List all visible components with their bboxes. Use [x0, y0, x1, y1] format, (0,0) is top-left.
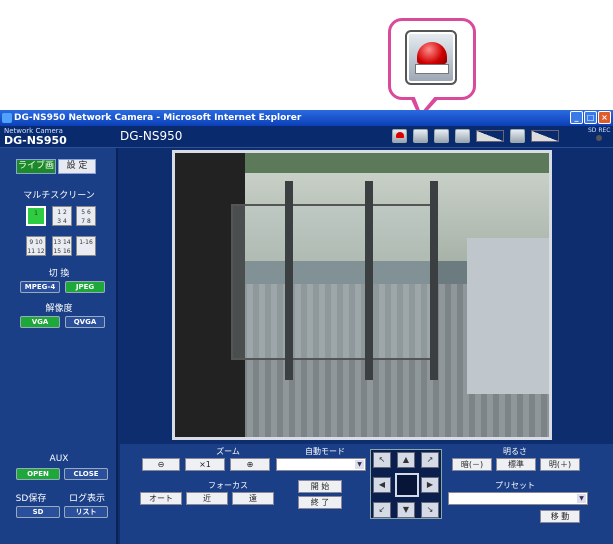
live-video-view[interactable]: [172, 150, 552, 440]
split-4b-button[interactable]: 5 6 7 8: [76, 206, 96, 226]
auto-start-button[interactable]: 開 始: [298, 480, 342, 493]
tab-settings[interactable]: 設 定: [58, 159, 96, 174]
aux-label: AUX: [49, 454, 69, 464]
window-title: DG-NS950 Network Camera - Microsoft Inte…: [14, 113, 302, 123]
multiscreen-label: マルチスクリーン: [23, 191, 95, 201]
brand-title: DG-NS950: [4, 134, 67, 147]
jpeg-button[interactable]: JPEG: [65, 281, 105, 293]
aux-open-button[interactable]: OPEN: [16, 468, 60, 480]
sd-rec-indicator: SD REC: [588, 127, 611, 141]
pan-up-left-button[interactable]: ↖: [373, 452, 391, 468]
zoom-x1-button[interactable]: ×1: [185, 458, 225, 471]
pan-up-button[interactable]: ▲: [397, 452, 415, 468]
sd-button[interactable]: SD: [16, 506, 60, 518]
preset-label: プリセット: [495, 481, 535, 490]
app-header: Network Camera DG-NS950 DG-NS950 SD REC: [0, 126, 613, 148]
brightness-label: 明るさ: [503, 447, 527, 456]
vga-button[interactable]: VGA: [20, 316, 60, 328]
split-4a-button[interactable]: 1 2 3 4: [52, 206, 72, 226]
brightness-light-button[interactable]: 明(＋): [540, 458, 580, 471]
sd-rec-led: [596, 135, 603, 141]
ie-icon: [2, 113, 12, 123]
alarm-icon[interactable]: [392, 129, 407, 143]
camera-app: Network Camera DG-NS950 DG-NS950 SD REC …: [0, 126, 613, 544]
preset-move-button[interactable]: 移 動: [540, 510, 580, 523]
mpeg4-button[interactable]: MPEG-4: [20, 281, 60, 293]
snapshot-icon[interactable]: [434, 129, 449, 143]
pan-left-button[interactable]: ◀: [373, 477, 391, 493]
alarm-icon-enlarged: [405, 30, 457, 85]
auto-end-button[interactable]: 終 了: [298, 496, 342, 509]
auto-mode-select[interactable]: ▼: [276, 458, 366, 471]
control-panel: ズーム ⊖ ×1 ⊕ フォーカス オート 近 遠 自動モード ▼ 開 始 終 了…: [120, 444, 613, 544]
focus-near-button[interactable]: 近: [186, 492, 228, 505]
full-screen-icon[interactable]: [413, 129, 428, 143]
pan-down-button[interactable]: ▼: [397, 502, 415, 518]
volume-bar-icon[interactable]: [476, 130, 504, 142]
speaker-icon[interactable]: [455, 129, 470, 143]
aux-close-button[interactable]: CLOSE: [64, 468, 108, 480]
zoom-label: ズーム: [216, 447, 240, 456]
pan-home-button[interactable]: [395, 473, 419, 497]
pan-down-left-button[interactable]: ↙: [373, 502, 391, 518]
window-titlebar: DG-NS950 Network Camera - Microsoft Inte…: [0, 110, 613, 126]
close-button[interactable]: ×: [598, 111, 611, 124]
resolution-label: 解像度: [45, 304, 73, 314]
chevron-down-icon: ▼: [577, 494, 586, 503]
pan-up-right-button[interactable]: ↗: [421, 452, 439, 468]
auto-mode-label: 自動モード: [305, 447, 345, 456]
minimize-button[interactable]: _: [570, 111, 583, 124]
maximize-button[interactable]: □: [584, 111, 597, 124]
focus-auto-button[interactable]: オート: [140, 492, 182, 505]
pan-right-button[interactable]: ▶: [421, 477, 439, 493]
model-name: DG-NS950: [120, 129, 183, 143]
zoom-out-button[interactable]: ⊖: [142, 458, 180, 471]
split-9a-button[interactable]: 9 10 11 12: [26, 236, 46, 256]
zoom-in-button[interactable]: ⊕: [230, 458, 270, 471]
list-button[interactable]: リスト: [64, 506, 108, 518]
brightness-dark-button[interactable]: 暗(－): [452, 458, 492, 471]
split-9b-button[interactable]: 13 14 15 16: [52, 236, 72, 256]
left-panel: ライブ画 設 定 マルチスクリーン 1 1 2 3 4 5 6 7 8 9 10…: [0, 148, 118, 544]
focus-label: フォーカス: [208, 481, 248, 490]
mic-mute-icon[interactable]: [510, 129, 525, 143]
chevron-down-icon: ▼: [355, 460, 364, 469]
split-16-button[interactable]: 1-16: [76, 236, 96, 256]
qvga-button[interactable]: QVGA: [65, 316, 105, 328]
mic-volume-bar-icon[interactable]: [531, 130, 559, 142]
switch-label: 切 換: [48, 269, 70, 279]
pan-tilt-pad: ↖ ▲ ↗ ◀ ▶ ↙ ▼ ↘: [370, 449, 442, 519]
focus-far-button[interactable]: 遠: [232, 492, 274, 505]
tab-live[interactable]: ライブ画: [16, 159, 56, 174]
preset-select[interactable]: ▼: [448, 492, 588, 505]
brightness-standard-button[interactable]: 標準: [496, 458, 536, 471]
split-1-button[interactable]: 1: [26, 206, 46, 226]
pan-down-right-button[interactable]: ↘: [421, 502, 439, 518]
